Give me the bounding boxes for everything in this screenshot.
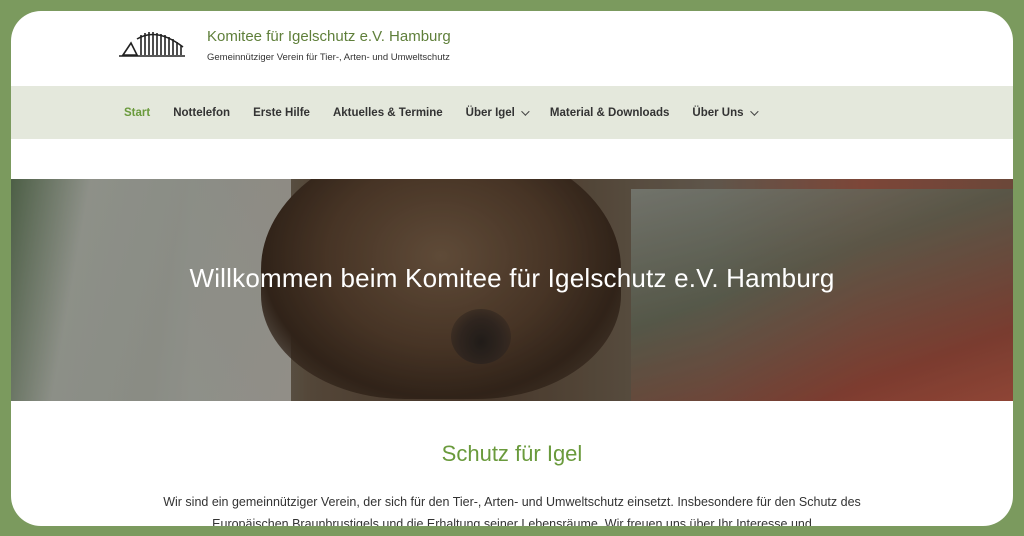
intro-paragraph: Wir sind ein gemeinnütziger Verein, der … [163,495,861,526]
site-tagline: Gemeinnütziger Verein für Tier-, Arten- … [207,52,450,63]
nav-item-ueber-igel[interactable]: Über Igel [465,106,530,119]
hedgehog-logo-icon[interactable] [117,29,187,61]
brand: Komitee für Igelschutz e.V. Hamburg Geme… [207,27,451,63]
nav-item-nottelefon[interactable]: Nottelefon [173,107,230,119]
nav-item-label: Über Uns [692,106,744,119]
hero-banner: Willkommen beim Komitee für Igelschutz e… [11,179,1013,401]
site-title[interactable]: Komitee für Igelschutz e.V. Hamburg [207,27,451,47]
nav-item-erste-hilfe[interactable]: Erste Hilfe [253,107,310,119]
nav-item-ueber-uns[interactable]: Über Uns [692,106,759,119]
site-header: Komitee für Igelschutz e.V. Hamburg Geme… [11,11,1013,86]
nav-item-label: Über Igel [465,106,515,119]
nav-item-label: Nottelefon [173,106,231,119]
nav-item-material-downloads[interactable]: Material & Downloads [550,107,670,119]
section-heading: Schutz für Igel [441,441,583,466]
nav-item-label: Start [124,106,151,119]
nav-item-aktuelles-termine[interactable]: Aktuelles & Termine [333,107,443,119]
nav-item-label: Material & Downloads [549,106,670,119]
page-frame: Komitee für Igelschutz e.V. Hamburg Geme… [11,11,1013,526]
nav-item-label: Erste Hilfe [253,106,310,119]
main-navigation: Start Nottelefon Erste Hilfe Aktuelles &… [11,86,1013,139]
nav-item-label: Aktuelles & Termine [332,106,443,119]
chevron-down-icon [749,106,759,116]
nav-item-start[interactable]: Start [124,107,150,119]
chevron-down-icon [521,106,530,116]
hero-title: Willkommen beim Komitee für Igelschutz e… [189,263,835,293]
